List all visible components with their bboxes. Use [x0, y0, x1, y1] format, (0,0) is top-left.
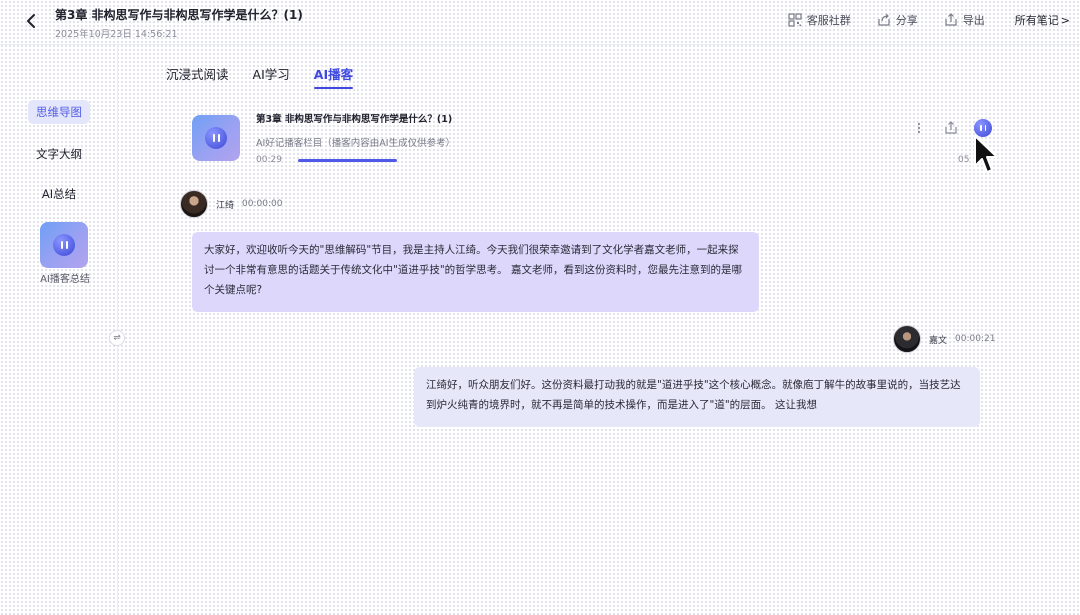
export-icon: [945, 13, 957, 26]
qrcode-icon: [788, 13, 802, 27]
top-actions: 客服社群 分享 导出 所有笔记 >: [762, 12, 1070, 28]
pause-icon: [205, 127, 227, 149]
dialogue-bubble: 江绮好，听众朋友们好。这份资料最打动我的就是"道进乎技"这个核心概念。就像庖丁解…: [414, 367, 980, 427]
chevron-left-icon: [27, 14, 35, 28]
pause-icon: [979, 125, 987, 131]
sidebar-item-label: AI总结: [41, 187, 77, 201]
page-timestamp: 2025年10月23日 14:56:21: [55, 29, 178, 40]
speaker-timestamp[interactable]: 00:00:21: [955, 334, 995, 344]
pause-icon: [53, 234, 75, 256]
current-time: 00:29: [256, 155, 282, 165]
sidebar-item-outline[interactable]: 文字大纲: [0, 146, 118, 162]
all-notes-link[interactable]: 所有笔记 >: [1015, 12, 1070, 28]
sidebar-item-label: 文字大纲: [36, 147, 82, 161]
speaker-name: 江绮: [216, 200, 235, 211]
sidebar-item-mindmap[interactable]: 思维导图: [0, 100, 118, 124]
chevron-right-icon: >: [1060, 13, 1070, 27]
share-icon[interactable]: [942, 119, 960, 137]
all-notes-label: 所有笔记: [1014, 14, 1059, 27]
export-button[interactable]: 导出: [944, 12, 985, 28]
avatar: [180, 190, 208, 218]
speaker-name: 嘉文: [929, 335, 948, 346]
sidebar-podcast-thumbnail[interactable]: [40, 222, 88, 268]
speaker-row: 嘉文 00:00:21: [893, 325, 995, 353]
progress-fill: [298, 159, 397, 162]
top-bar: 第3章 非构思写作与非构思写作学是什么？(1) 2025年10月23日 14:5…: [0, 0, 1080, 44]
podcast-player: 第3章 非构思写作与非构思写作学是什么？(1) AI好记播客栏目（播客内容由AI…: [190, 105, 1000, 165]
avatar: [893, 325, 921, 353]
tab-ai-podcast[interactable]: AI播客: [313, 64, 354, 89]
share-button[interactable]: 分享: [877, 12, 918, 28]
sidebar-podcast-label: AI播客总结: [40, 274, 90, 285]
share-icon: [878, 13, 890, 26]
dialogue-bubble: 大家好，欢迎收听今天的"思维解码"节目，我是主持人江绮。今天我们很荣幸邀请到了文…: [192, 232, 759, 312]
player-title: 第3章 非构思写作与非构思写作学是什么？(1): [256, 114, 453, 125]
top-divider: [0, 44, 1080, 45]
sidebar-item-label: 思维导图: [28, 100, 90, 124]
tab-immersive-reading[interactable]: 沉浸式阅读: [166, 64, 229, 83]
player-subtitle: AI好记播客栏目（播客内容由AI生成仅供参考）: [256, 138, 456, 149]
total-time: 05: [958, 155, 970, 165]
export-label: 导出: [962, 14, 985, 27]
mouse-cursor-icon: [974, 135, 998, 173]
player-thumbnail[interactable]: [192, 115, 240, 161]
customer-group-label: 客服社群: [806, 14, 851, 27]
share-label: 分享: [895, 14, 918, 27]
swap-icon[interactable]: ⇌: [109, 330, 125, 346]
speaker-row: 江绮 00:00:00: [180, 190, 282, 218]
speaker-timestamp[interactable]: 00:00:00: [242, 199, 282, 209]
sidebar: [0, 45, 118, 615]
title-block: 第3章 非构思写作与非构思写作学是什么？(1) 2025年10月23日 14:5…: [55, 6, 303, 40]
customer-group-button[interactable]: 客服社群: [788, 12, 851, 28]
sidebar-item-ai-summary[interactable]: AI总结: [0, 186, 118, 202]
progress-bar[interactable]: [298, 159, 958, 162]
page-title: 第3章 非构思写作与非构思写作学是什么？(1): [55, 8, 303, 22]
more-icon[interactable]: [910, 119, 928, 137]
back-button[interactable]: [20, 10, 42, 32]
tab-ai-learning[interactable]: AI学习: [253, 64, 290, 83]
tab-bar: 沉浸式阅读 AI学习 AI播客: [166, 64, 377, 89]
